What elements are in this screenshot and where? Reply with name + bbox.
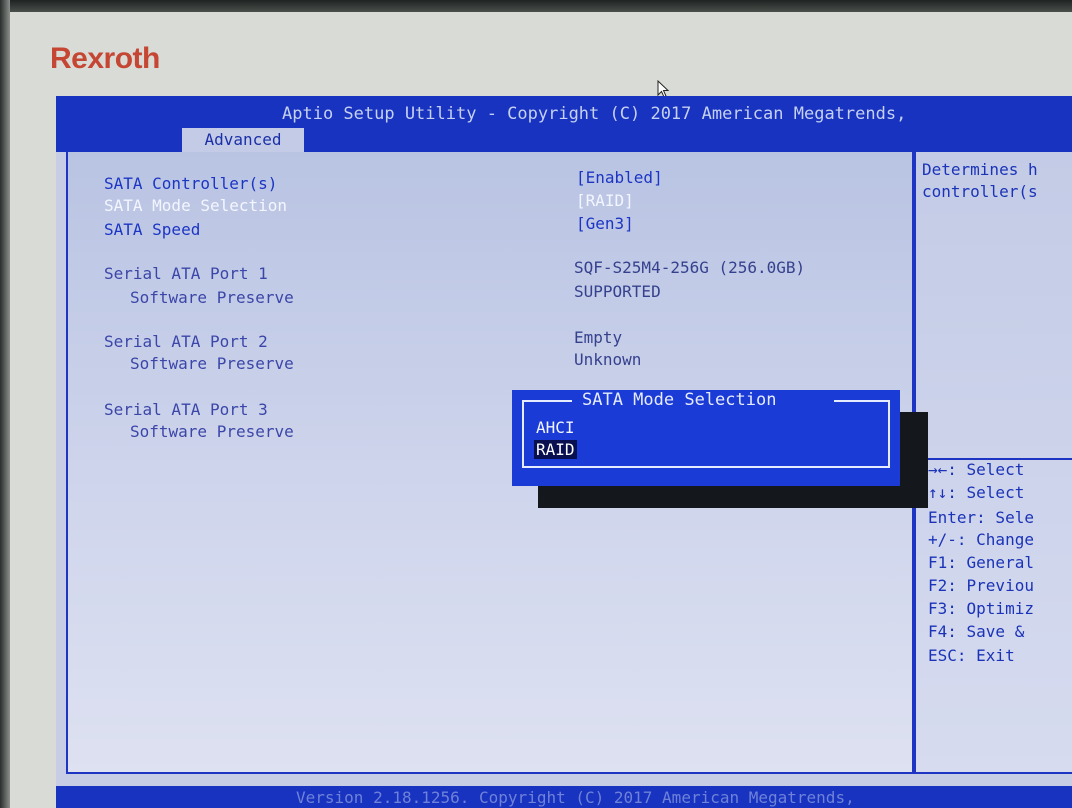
key-help-change: +/-: Change	[928, 530, 1034, 549]
popup-option-raid[interactable]: RAID	[534, 440, 577, 459]
footer-version: Version 2.18.1256. Copyright (C) 2017 Am…	[296, 788, 855, 807]
port-3-label: Serial ATA Port 3	[104, 400, 268, 419]
port-3-software-preserve-label: Software Preserve	[130, 422, 294, 441]
popup-frame-top-left	[522, 400, 572, 402]
port-2-label: Serial ATA Port 2	[104, 332, 268, 351]
setting-sata-controller-label[interactable]: SATA Controller(s)	[104, 174, 277, 193]
popup-frame	[522, 400, 890, 468]
help-text-line-1: Determines h	[922, 160, 1038, 179]
key-help-f1: F1: General	[928, 553, 1034, 572]
popup-frame-top-right	[834, 400, 888, 402]
port-1-software-preserve-label: Software Preserve	[130, 288, 294, 307]
port-1-device: SQF-S25M4-256G (256.0GB)	[574, 258, 806, 277]
bios-title: Aptio Setup Utility - Copyright (C) 2017…	[282, 104, 907, 124]
setting-sata-speed-value[interactable]: [Gen3]	[576, 214, 634, 233]
setting-sata-mode-label[interactable]: SATA Mode Selection	[104, 196, 287, 215]
key-help-enter: Enter: Sele	[928, 508, 1034, 527]
tab-advanced[interactable]: Advanced	[182, 128, 304, 152]
port-1-label: Serial ATA Port 1	[104, 264, 268, 283]
port-2-software-preserve-label: Software Preserve	[130, 354, 294, 373]
key-help-f3: F3: Optimiz	[928, 599, 1034, 618]
setting-sata-mode-value[interactable]: [RAID]	[576, 191, 634, 210]
key-help-f2: F2: Previou	[928, 576, 1034, 595]
key-help-esc: ESC: Exit	[928, 646, 1015, 665]
key-help-select-screen: →←: Select	[928, 460, 1025, 479]
bios-screen: Aptio Setup Utility - Copyright (C) 2017…	[56, 96, 1072, 808]
bios-footer: Version 2.18.1256. Copyright (C) 2017 Am…	[56, 786, 1072, 808]
sata-mode-popup: SATA Mode Selection AHCI RAID	[512, 390, 900, 486]
monitor-bezel-top	[0, 0, 1072, 12]
rexroth-logo: Rexroth	[50, 42, 160, 75]
help-text-line-2: controller(s	[922, 182, 1038, 201]
port-1-software-preserve-value: SUPPORTED	[574, 282, 661, 301]
key-help-select-item: ↑↓: Select	[928, 483, 1025, 502]
monitor-bezel-left	[0, 0, 10, 808]
setting-sata-controller-value[interactable]: [Enabled]	[576, 168, 663, 187]
popup-option-ahci[interactable]: AHCI	[536, 418, 575, 437]
key-help-f4: F4: Save &	[928, 622, 1025, 641]
port-2-device: Empty	[574, 328, 623, 347]
setting-sata-speed-label[interactable]: SATA Speed	[104, 220, 200, 239]
bios-title-bar: Aptio Setup Utility - Copyright (C) 2017…	[56, 96, 1072, 152]
popup-title: SATA Mode Selection	[582, 390, 777, 410]
port-2-software-preserve-value: Unknown	[574, 350, 642, 369]
